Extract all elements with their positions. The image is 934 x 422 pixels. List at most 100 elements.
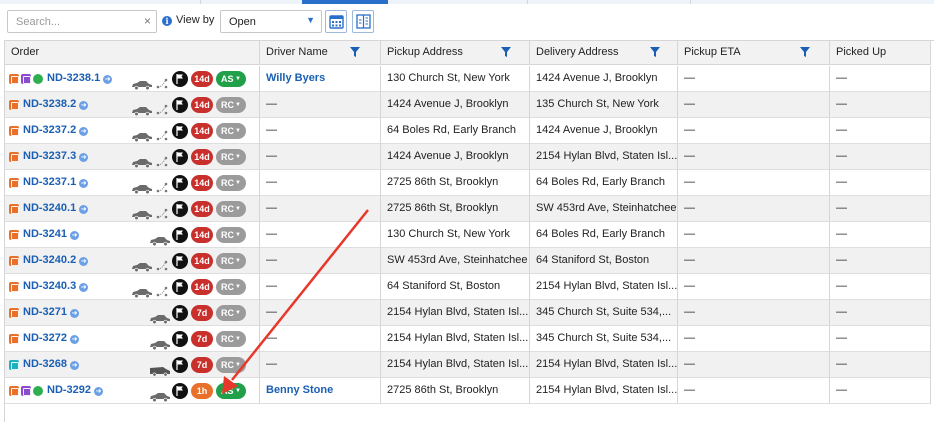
table-row[interactable]: ND-3292 ➜ 1h AS ▼ Benny Stone 2725 86th St, Br… [5,378,931,404]
order-link[interactable]: ND-3238.2 ➜ [23,92,89,117]
driver-cell[interactable]: Benny Stone [260,378,381,404]
order-link[interactable]: ND-3240.3 ➜ [23,274,89,299]
chevron-down-icon: ▼ [235,232,241,238]
column-header-label: Driver Name [266,46,328,58]
pickup-address-cell: 1424 Avenue J, Brooklyn [381,92,530,118]
pickup-eta-cell: — [678,196,830,222]
status-label: RC [221,360,234,370]
open-order-arrow-icon[interactable]: ➜ [70,335,80,344]
delivery-address-cell: 2154 Hylan Blvd, Staten Isl... [530,274,678,300]
flag-icon[interactable] [172,357,188,373]
picked-up-cell: — [830,144,931,170]
flag-icon[interactable] [172,201,188,217]
order-link[interactable]: ND-3292 ➜ [47,378,104,403]
calendar-button[interactable] [325,10,347,33]
open-order-arrow-icon[interactable]: ➜ [79,127,89,136]
clear-search-icon[interactable]: × [144,14,151,28]
open-order-arrow-icon[interactable]: ➜ [79,179,89,188]
table-row[interactable]: ND-3237.2 ➜ 14d RC ▼ —64 Boles Rd, Early Bran… [5,118,931,144]
flag-icon[interactable] [172,253,188,269]
search-input[interactable] [8,11,136,32]
status-dropdown[interactable]: AS ▼ [216,383,246,399]
filter-icon[interactable] [350,47,360,57]
column-layout-button[interactable] [352,10,374,33]
order-link[interactable]: ND-3237.2 ➜ [23,118,89,143]
table-row[interactable]: ND-3240.1 ➜ 14d RC ▼ —2725 86th St, Brooklyn S… [5,196,931,222]
status-dropdown[interactable]: RC ▼ [216,357,246,373]
column-header-pickup[interactable]: Pickup Address [381,41,530,65]
table-row[interactable]: ND-3241 ➜ 14d RC ▼ —130 Church St, New York 64… [5,222,931,248]
filter-icon[interactable] [650,47,660,57]
column-header-pickup-eta[interactable]: Pickup ETA [678,41,830,65]
status-dropdown[interactable]: RC ▼ [216,305,246,321]
filter-icon[interactable] [800,47,810,57]
order-link[interactable]: ND-3240.1 ➜ [23,196,89,221]
car-icon [131,101,153,117]
order-link[interactable]: ND-3271 ➜ [23,300,80,325]
column-header-picked-up[interactable]: Picked Up [830,41,931,65]
driver-cell[interactable]: Willy Byers [260,66,381,92]
status-dropdown[interactable]: RC ▼ [216,279,246,295]
open-order-arrow-icon[interactable]: ➜ [70,309,80,318]
status-dropdown[interactable]: RC ▼ [216,175,246,191]
info-icon[interactable]: i [162,16,172,26]
picked-up-cell: — [830,326,931,352]
filter-icon[interactable] [501,47,511,57]
flag-icon[interactable] [172,383,188,399]
order-link[interactable]: ND-3238.1 ➜ [47,66,113,91]
pickup-eta-cell: — [678,170,830,196]
column-header-order[interactable]: Order [5,41,260,65]
table-row[interactable]: ND-3268 ➜ 7d RC ▼ —2154 Hylan Blvd, Staten Is… [5,352,931,378]
flag-icon[interactable] [172,123,188,139]
table-row[interactable]: ND-3238.1 ➜ 14d AS ▼ Willy Byers 130 Church St… [5,66,931,92]
order-link[interactable]: ND-3237.3 ➜ [23,144,89,169]
open-order-arrow-icon[interactable]: ➜ [103,75,113,84]
table-row[interactable]: ND-3240.3 ➜ 14d RC ▼ —64 Staniford St, Boston… [5,274,931,300]
table-row[interactable]: ND-3271 ➜ 7d RC ▼ —2154 Hylan Blvd, Staten Is… [5,300,931,326]
status-dropdown[interactable]: RC ▼ [216,227,246,243]
flag-icon[interactable] [172,305,188,321]
status-dropdown[interactable]: RC ▼ [216,149,246,165]
open-order-arrow-icon[interactable]: ➜ [79,257,89,266]
status-dropdown[interactable]: RC ▼ [216,331,246,347]
status-dropdown[interactable]: AS ▼ [216,71,246,87]
flag-icon[interactable] [172,149,188,165]
orange-source-icon [9,74,19,84]
flag-icon[interactable] [172,227,188,243]
pickup-eta-cell: — [678,352,830,378]
table-row[interactable]: ND-3237.1 ➜ 14d RC ▼ —2725 86th St, Brooklyn 6… [5,170,931,196]
table-row[interactable]: ND-3238.2 ➜ 14d RC ▼ —1424 Avenue J, Brooklyn… [5,92,931,118]
order-link[interactable]: ND-3240.2 ➜ [23,248,89,273]
flag-icon[interactable] [172,71,188,87]
order-link[interactable]: ND-3268 ➜ [23,352,80,377]
flag-icon[interactable] [172,175,188,191]
order-link[interactable]: ND-3272 ➜ [23,326,80,351]
status-dropdown[interactable]: RC ▼ [216,123,246,139]
driver-cell: — [260,352,381,378]
open-order-arrow-icon[interactable]: ➜ [79,101,89,110]
orange-source-icon [9,282,19,292]
column-layout-icon [356,14,371,29]
open-order-arrow-icon[interactable]: ➜ [79,153,89,162]
status-dropdown[interactable]: RC ▼ [216,97,246,113]
open-order-arrow-icon[interactable]: ➜ [70,231,80,240]
open-order-arrow-icon[interactable]: ➜ [79,283,89,292]
column-header-delivery[interactable]: Delivery Address [530,41,678,65]
flag-icon[interactable] [172,331,188,347]
open-order-arrow-icon[interactable]: ➜ [70,361,80,370]
status-dropdown[interactable]: RC ▼ [216,201,246,217]
open-order-arrow-icon[interactable]: ➜ [94,387,104,396]
open-order-arrow-icon[interactable]: ➜ [79,205,89,214]
view-by-select[interactable]: Open ▼ [220,10,322,33]
flag-icon[interactable] [172,97,188,113]
column-header-driver[interactable]: Driver Name [260,41,381,65]
status-dropdown[interactable]: RC ▼ [216,253,246,269]
order-link[interactable]: ND-3241 ➜ [23,222,80,247]
order-link[interactable]: ND-3237.1 ➜ [23,170,89,195]
flag-icon[interactable] [172,279,188,295]
pickup-address-cell: 1424 Avenue J, Brooklyn [381,144,530,170]
delivery-address-cell: 135 Church St, New York [530,92,678,118]
table-row[interactable]: ND-3237.3 ➜ 14d RC ▼ —1424 Avenue J, Brooklyn… [5,144,931,170]
table-row[interactable]: ND-3240.2 ➜ 14d RC ▼ — SW 453rd Ave, Steinhatc… [5,248,931,274]
table-row[interactable]: ND-3272 ➜ 7d RC ▼ —2154 Hylan Blvd, Staten Is… [5,326,931,352]
